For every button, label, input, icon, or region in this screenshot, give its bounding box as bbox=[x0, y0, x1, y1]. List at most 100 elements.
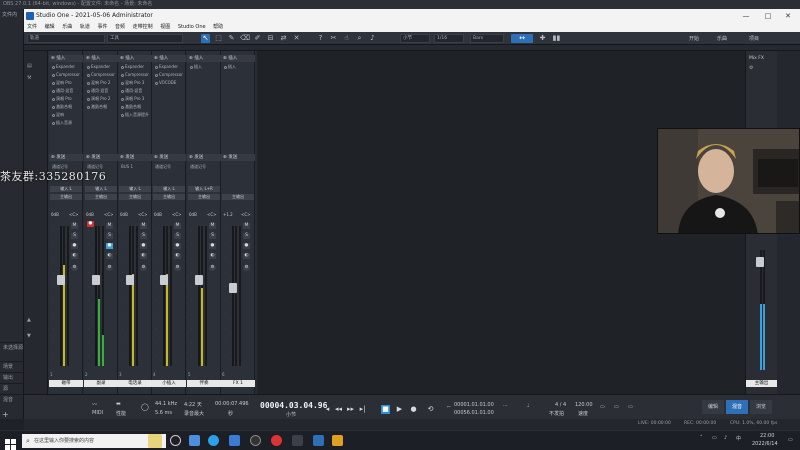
insert-slot[interactable]: Expander bbox=[153, 63, 185, 70]
quantize-field[interactable]: 1/16 bbox=[434, 34, 464, 43]
snap-field[interactable]: 小节 bbox=[400, 34, 430, 43]
main-bus-fader[interactable] bbox=[756, 257, 764, 267]
volume-db[interactable]: 0dB bbox=[120, 212, 128, 217]
pan-value[interactable]: <C> bbox=[207, 212, 217, 217]
monitor-button[interactable]: ◐ bbox=[106, 253, 113, 259]
input-selector[interactable]: 输入 L bbox=[85, 186, 117, 192]
wrench-icon[interactable]: ⚒ bbox=[27, 75, 37, 81]
insert-slot[interactable]: 混响 Pro 2 bbox=[85, 79, 117, 86]
power-icon[interactable] bbox=[121, 81, 124, 85]
output-selector[interactable]: 主输出 bbox=[85, 194, 117, 200]
power-icon[interactable] bbox=[121, 73, 124, 77]
taskbar-search-input[interactable]: 在这里输入你要搜索的内容 bbox=[22, 434, 166, 448]
power-icon[interactable] bbox=[52, 81, 55, 85]
power-icon[interactable] bbox=[155, 73, 158, 77]
volume-db[interactable]: 0dB bbox=[86, 212, 94, 217]
mute-button[interactable]: M bbox=[209, 223, 216, 229]
send-header[interactable]: ⊕ 发送 bbox=[84, 154, 118, 161]
input-selector[interactable]: 输入 L bbox=[119, 186, 151, 192]
send-header[interactable]: ⊕ 发送 bbox=[187, 154, 221, 161]
mute-button[interactable]: M bbox=[106, 223, 113, 229]
insert-header[interactable]: ⊕ 插入 bbox=[84, 55, 118, 62]
timebase-field[interactable]: Bars bbox=[470, 34, 504, 43]
insert-slot[interactable]: 混响 Pro bbox=[50, 79, 82, 86]
tray-chevron-icon[interactable]: ˄ bbox=[700, 435, 703, 441]
follow-icon[interactable]: ▭ bbox=[600, 404, 605, 410]
insert-slot[interactable]: 激励合唱 bbox=[50, 103, 82, 110]
app-check-icon[interactable] bbox=[229, 435, 240, 446]
power-icon[interactable] bbox=[121, 105, 124, 109]
edge-browser-icon[interactable] bbox=[208, 435, 219, 446]
menu-song[interactable]: 乐曲 bbox=[59, 23, 75, 32]
obs-left-item-output[interactable]: 输出 bbox=[0, 372, 24, 383]
solo-button[interactable]: S bbox=[140, 233, 147, 239]
insert-slot[interactable]: 混响 bbox=[50, 111, 82, 118]
record-arm-button[interactable]: ● bbox=[106, 243, 113, 249]
pan-value[interactable]: <C> bbox=[69, 212, 79, 217]
power-icon[interactable] bbox=[155, 65, 158, 69]
solo-button[interactable]: S bbox=[209, 233, 216, 239]
record-icon[interactable]: ● bbox=[409, 405, 418, 414]
channel-name[interactable]: 电话录 bbox=[118, 380, 152, 387]
volume-db[interactable]: 0dB bbox=[189, 212, 197, 217]
channel-name[interactable]: FX 1 bbox=[221, 380, 255, 387]
tempo-track-icon[interactable]: ▭ bbox=[614, 404, 619, 410]
volume-fader[interactable] bbox=[229, 283, 237, 294]
monitor-button[interactable]: ◐ bbox=[243, 253, 250, 259]
volume-icon[interactable]: ♪ bbox=[724, 435, 727, 441]
mute-button[interactable]: M bbox=[174, 223, 181, 229]
notification-icon[interactable]: ▭ bbox=[788, 437, 793, 443]
power-icon[interactable] bbox=[52, 89, 55, 93]
menu-view[interactable]: 视图 bbox=[157, 23, 173, 32]
pan-value[interactable]: <C> bbox=[104, 212, 114, 217]
mute-button[interactable]: M bbox=[140, 223, 147, 229]
power-icon[interactable] bbox=[52, 65, 55, 69]
insert-slot[interactable]: 演唱 Pro bbox=[50, 95, 82, 102]
inputs-icon[interactable]: ▤ bbox=[27, 63, 37, 69]
volume-fader[interactable] bbox=[126, 275, 134, 286]
insert-slot[interactable]: Expander bbox=[50, 63, 82, 70]
rewind-icon[interactable]: ◂◂ bbox=[334, 405, 343, 414]
menu-track[interactable]: 轨道 bbox=[77, 23, 93, 32]
solo-button[interactable]: S bbox=[174, 233, 181, 239]
power-icon[interactable] bbox=[121, 65, 124, 69]
paint-tool-icon[interactable]: ✐ bbox=[253, 34, 262, 43]
power-icon[interactable] bbox=[190, 65, 193, 69]
channel-name[interactable]: 小插入 bbox=[152, 380, 186, 387]
loop-start[interactable]: 00001.01.01.00 bbox=[454, 402, 494, 408]
send-slot[interactable]: BUS 1 bbox=[119, 163, 151, 170]
folder-icon[interactable] bbox=[332, 435, 343, 446]
automation-icon[interactable]: ⚙ bbox=[243, 265, 250, 271]
automation-icon[interactable]: ⚙ bbox=[174, 265, 181, 271]
power-icon[interactable] bbox=[52, 121, 55, 125]
obs-left-item-source[interactable]: 源 bbox=[0, 383, 24, 394]
output-selector[interactable]: 主输出 bbox=[119, 194, 151, 200]
mute-tool-icon[interactable]: ✕ bbox=[292, 34, 301, 43]
insert-header[interactable]: ⊕ 插入 bbox=[221, 55, 255, 62]
input-selector[interactable]: 输入 L+R bbox=[188, 186, 220, 192]
mute-button[interactable]: M bbox=[71, 223, 78, 229]
pointer-tool-icon[interactable]: ☝ bbox=[342, 34, 351, 43]
power-icon[interactable] bbox=[52, 113, 55, 117]
send-slot[interactable]: 通道记号 bbox=[153, 163, 185, 170]
tempo[interactable]: 120.00 bbox=[575, 402, 593, 408]
obs-app-icon[interactable] bbox=[250, 435, 261, 446]
power-icon[interactable] bbox=[121, 113, 124, 117]
netease-music-icon[interactable] bbox=[271, 435, 282, 446]
automation-icon[interactable]: ⚙ bbox=[106, 265, 113, 271]
automation-icon[interactable]: ⚙ bbox=[71, 265, 78, 271]
windows-start-icon[interactable] bbox=[5, 435, 16, 450]
monitor-button[interactable]: ◐ bbox=[140, 253, 147, 259]
split-tool-icon[interactable]: ⊟ bbox=[266, 34, 275, 43]
power-icon[interactable] bbox=[121, 89, 124, 93]
app-generic-icon[interactable] bbox=[292, 435, 303, 446]
send-slot[interactable]: 通道记号 bbox=[188, 163, 220, 170]
eraser-tool-icon[interactable]: ⌫ bbox=[240, 34, 250, 43]
tab-browse[interactable]: 浏览 bbox=[750, 400, 772, 414]
power-icon[interactable] bbox=[52, 105, 55, 109]
power-icon[interactable] bbox=[87, 81, 90, 85]
bars-icon[interactable]: ▮▮ bbox=[552, 34, 561, 43]
monitor-button[interactable]: ◐ bbox=[174, 253, 181, 259]
insert-slot[interactable]: Expander bbox=[85, 63, 117, 70]
insert-slot[interactable]: 演唱 Pro 2 bbox=[85, 95, 117, 102]
